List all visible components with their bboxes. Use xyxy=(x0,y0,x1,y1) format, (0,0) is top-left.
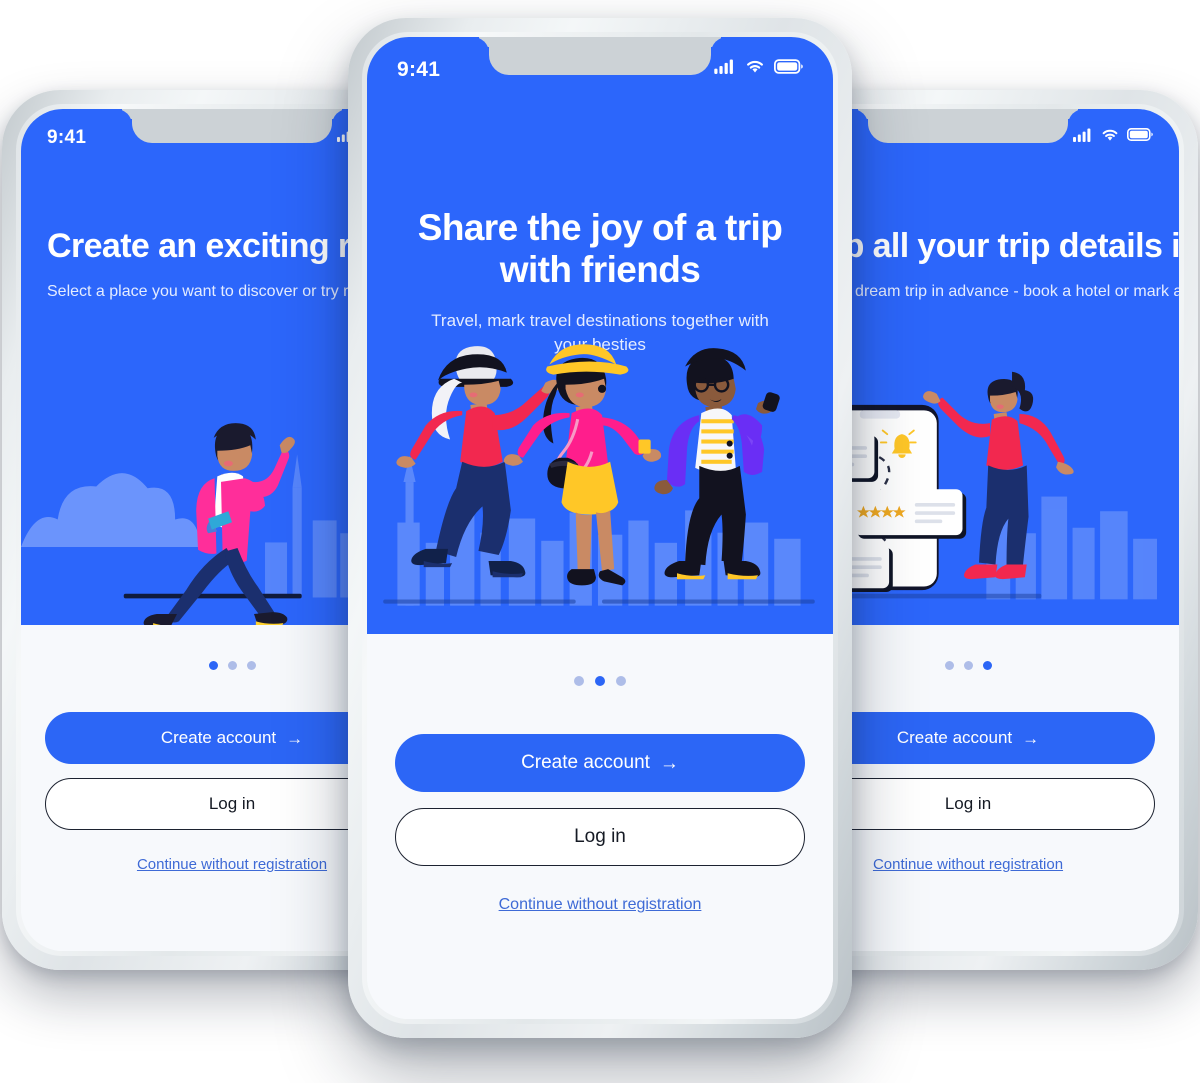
arrow-right-icon: → xyxy=(286,728,304,748)
pagination-dot-2[interactable] xyxy=(595,676,605,686)
battery-icon xyxy=(774,59,803,79)
create-account-button[interactable]: Create account → xyxy=(395,734,805,792)
login-button[interactable]: Log in xyxy=(395,808,805,866)
phone-mockup-center: 9:41 Share the joy of a trip with friend… xyxy=(348,18,852,1038)
wifi-icon xyxy=(1101,128,1119,147)
pagination-dot-3[interactable] xyxy=(616,676,626,686)
pagination-dots-left[interactable] xyxy=(208,661,256,670)
pagination-dots-right[interactable] xyxy=(944,661,992,670)
status-icon-group xyxy=(714,47,803,79)
continue-without-registration-link[interactable]: Continue without registration xyxy=(137,856,327,873)
phone-bezel-center: 9:41 Share the joy of a trip with friend… xyxy=(362,32,838,1024)
continue-without-registration-link[interactable]: Continue without registration xyxy=(499,896,702,914)
create-account-label: Create account xyxy=(521,752,650,773)
pagination-dot-1[interactable] xyxy=(944,661,954,670)
pagination-dot-2[interactable] xyxy=(227,661,237,670)
login-label: Log in xyxy=(574,826,626,847)
create-account-label: Create account xyxy=(160,728,277,747)
pagination-dot-3[interactable] xyxy=(982,661,992,670)
status-time: 9:41 xyxy=(47,126,87,148)
battery-icon xyxy=(1127,128,1153,146)
wifi-icon xyxy=(745,59,765,79)
pagination-dots-center[interactable] xyxy=(574,676,626,686)
page-title: Share the joy of a trip with friends xyxy=(417,207,783,290)
phone-screen-center: 9:41 Share the joy of a trip with friend… xyxy=(367,37,833,1019)
hero-section-center: 9:41 Share the joy of a trip with friend… xyxy=(367,37,833,634)
signal-bars-icon xyxy=(714,59,736,79)
login-label: Log in xyxy=(208,794,256,813)
screenshot-stage: 9:41 Create an exciting Select a place y… xyxy=(0,0,1200,1083)
bottom-panel-center: Create account → Log in Continue without… xyxy=(367,634,833,1019)
status-bar-center: 9:41 xyxy=(367,37,833,89)
arrow-right-icon: → xyxy=(1022,728,1040,748)
create-account-label: Create account xyxy=(896,728,1013,747)
status-icon-group xyxy=(1073,118,1153,147)
pagination-dot-1[interactable] xyxy=(208,661,218,670)
login-label: Log in xyxy=(944,794,992,813)
arrow-right-icon: → xyxy=(659,752,679,774)
signal-bars-icon xyxy=(1073,128,1093,147)
status-time: 9:41 xyxy=(397,57,441,81)
pagination-dot-1[interactable] xyxy=(574,676,584,686)
continue-without-registration-link[interactable]: Continue without registration xyxy=(873,856,1063,873)
pagination-dot-3[interactable] xyxy=(246,661,256,670)
pagination-dot-2[interactable] xyxy=(963,661,973,670)
three-friends-walking-illustration xyxy=(367,304,833,634)
